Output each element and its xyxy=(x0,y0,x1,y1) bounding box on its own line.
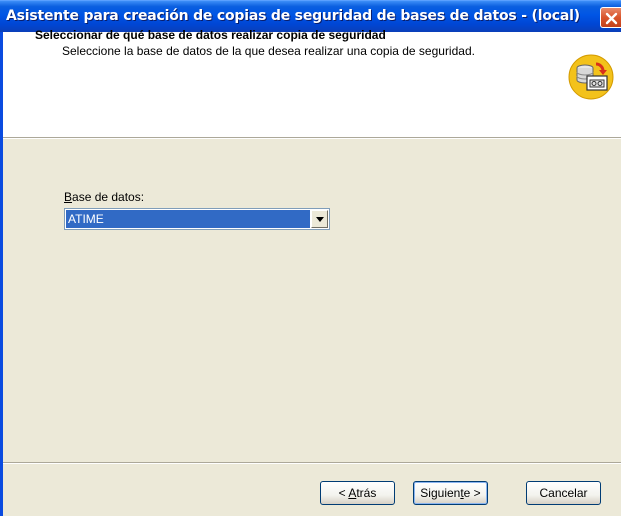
close-icon xyxy=(605,12,618,25)
database-label-text: ase de datos: xyxy=(72,190,145,204)
footer-divider xyxy=(3,462,621,464)
back-button[interactable]: < Atrás xyxy=(320,481,395,505)
chevron-down-icon xyxy=(316,217,324,222)
header-divider xyxy=(3,137,621,139)
database-label-mnemonic: B xyxy=(64,190,73,204)
page-subtitle: Seleccione la base de datos de la que de… xyxy=(62,44,475,58)
database-label: Base de datos: xyxy=(64,190,144,204)
next-button-prefix: Siguien xyxy=(420,486,461,500)
cancel-button[interactable]: Cancelar xyxy=(526,481,601,505)
dropdown-button[interactable] xyxy=(311,210,328,228)
next-button[interactable]: Siguiente > xyxy=(413,481,488,505)
close-button[interactable] xyxy=(600,7,621,28)
database-select-value: ATIME xyxy=(66,210,310,228)
next-button-text: e > xyxy=(463,486,481,500)
back-button-prefix: < xyxy=(338,486,349,500)
page-title: Seleccionar de qué base de datos realiza… xyxy=(35,28,386,42)
database-select[interactable]: ATIME xyxy=(64,208,330,230)
window-title: Asistente para creación de copias de seg… xyxy=(6,8,580,24)
database-backup-icon xyxy=(568,54,614,100)
back-button-text: trás xyxy=(356,486,377,500)
